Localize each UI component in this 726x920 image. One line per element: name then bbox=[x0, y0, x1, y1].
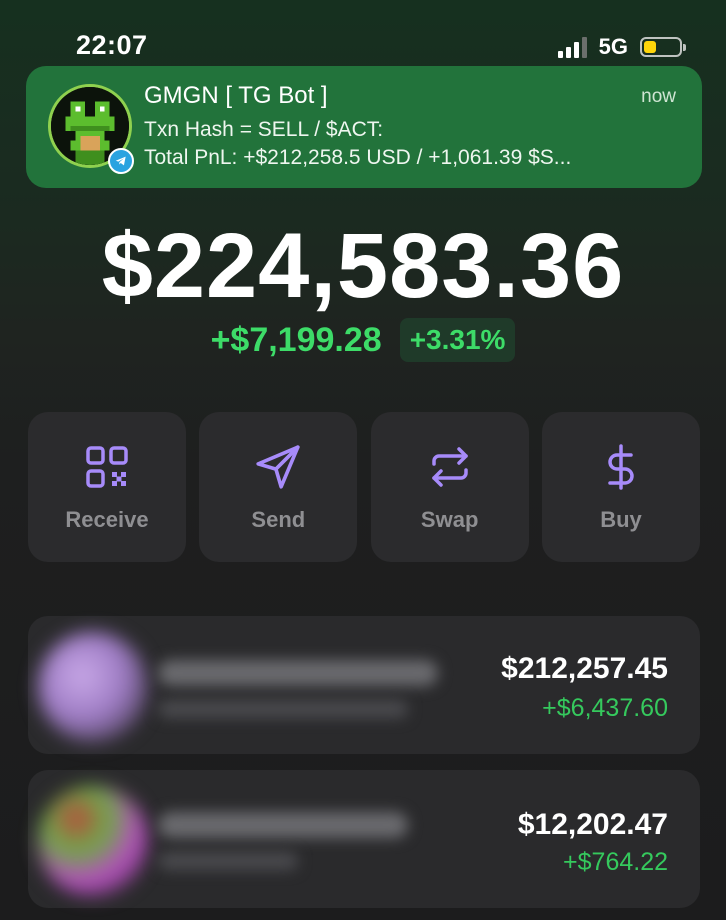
swap-icon bbox=[424, 441, 476, 493]
notification-time: now bbox=[641, 86, 676, 107]
notification-message-line-2: Total PnL: +$212,258.5 USD / +1,061.39 $… bbox=[144, 146, 572, 169]
notification-message-line-1: Txn Hash = SELL / $ACT: bbox=[144, 118, 384, 141]
total-balance: $224,583.36 bbox=[101, 215, 625, 317]
token-value: $212,257.45 bbox=[501, 652, 668, 685]
receive-label: Receive bbox=[65, 507, 149, 532]
battery-icon bbox=[640, 37, 686, 57]
token-name-redacted bbox=[158, 812, 408, 838]
token-row[interactable]: $212,257.45 +$6,437.60 bbox=[28, 616, 700, 754]
dollar-icon bbox=[595, 441, 647, 493]
status-time: 22:07 bbox=[76, 30, 148, 60]
action-bar: Receive Send Swap Buy bbox=[28, 412, 700, 562]
send-button[interactable]: Send bbox=[199, 412, 358, 562]
balance-change-amount: +$7,199.28 bbox=[210, 320, 382, 359]
swap-label: Swap bbox=[420, 507, 479, 532]
qr-code-icon bbox=[81, 441, 133, 493]
balance-change-row: +$7,199.28 +3.31% bbox=[0, 318, 726, 362]
token-balance-redacted bbox=[158, 852, 298, 870]
network-type: 5G bbox=[598, 34, 628, 59]
token-value: $12,202.47 bbox=[517, 808, 668, 841]
receive-button[interactable]: Receive bbox=[28, 412, 186, 562]
token-icon bbox=[38, 632, 148, 742]
balance-change-percent: +3.31% bbox=[399, 318, 516, 362]
signal-icon bbox=[557, 36, 587, 58]
send-icon bbox=[252, 441, 304, 493]
token-change: +$6,437.60 bbox=[542, 694, 668, 722]
notification-title: GMGN [ TG Bot ] bbox=[144, 82, 328, 109]
buy-label: Buy bbox=[600, 507, 642, 532]
token-change: +$764.22 bbox=[563, 848, 668, 876]
telegram-icon bbox=[108, 148, 134, 174]
send-label: Send bbox=[251, 507, 306, 532]
token-balance-redacted bbox=[158, 700, 408, 718]
token-row[interactable]: $12,202.47 +$764.22 bbox=[28, 770, 700, 908]
buy-button[interactable]: Buy bbox=[541, 412, 700, 562]
notification-banner[interactable]: GMGN [ TG Bot ] now Txn Hash = SELL / $A… bbox=[26, 66, 702, 188]
swap-button[interactable]: Swap bbox=[370, 412, 529, 562]
status-indicators: 5G bbox=[557, 32, 686, 62]
token-icon bbox=[38, 786, 148, 896]
token-name-redacted bbox=[158, 660, 438, 686]
